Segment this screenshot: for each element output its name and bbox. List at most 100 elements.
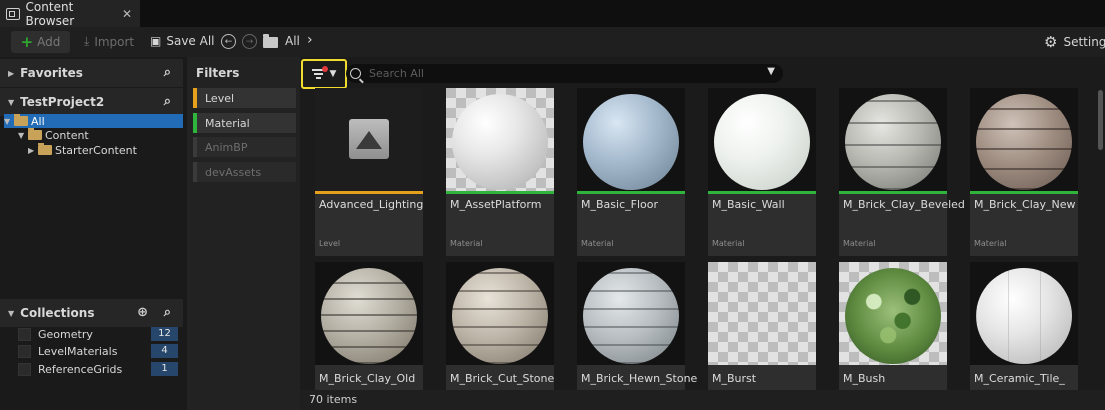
asset-tile-m-basic-floor[interactable]: M_Basic_Floor Material [577,88,685,256]
tree-item-label: All [31,114,45,128]
level-icon [349,119,389,159]
chevron-down-icon: ▼ [329,69,337,79]
search-icon[interactable]: ⌕ [164,305,171,320]
collection-swatch [18,363,31,376]
collections-label: Collections [20,306,95,320]
tree-item-all[interactable]: ▼ All [4,114,183,128]
asset-type: Level [319,239,341,248]
asset-tile-m-brick-clay-old[interactable]: M_Brick_Clay_Old [315,262,423,392]
settings-button[interactable]: ⚙ Settings [1044,33,1105,51]
add-button[interactable]: + Add [11,31,70,53]
import-icon: ⤓ [84,34,90,48]
filters-panel: Filters Level Material AnimBP devAssets [187,57,300,410]
material-sphere [976,268,1072,364]
material-sphere [583,268,679,364]
material-sphere [583,94,679,190]
filter-dropdown-button[interactable]: ▼ [301,59,347,89]
collection-count-badge: 4 [151,344,178,358]
breadcrumb[interactable]: All [285,34,300,48]
favorites-header[interactable]: ▶ Favorites ⌕ [0,59,183,87]
asset-tile-m-bush[interactable]: M_Bush [839,262,947,392]
collection-label: ReferenceGrids [38,363,123,376]
filter-icon [311,66,328,79]
project-label: TestProject2 [20,95,105,109]
material-sphere [845,268,941,364]
asset-tile-m-ceramic-tile[interactable]: M_Ceramic_Tile_ [970,262,1078,392]
chevron-down-icon[interactable]: ▼ [767,66,775,77]
tab-title: Content Browser [25,0,75,28]
search-icon [350,68,361,79]
back-arrow-icon[interactable]: ← [221,34,236,49]
save-all-label: Save All [166,34,215,48]
collection-item-geometry[interactable]: Geometry 12 [18,326,181,343]
asset-type-bar [708,191,816,194]
folder-icon [263,34,278,48]
asset-thumbnail [315,262,423,365]
chevron-right-icon[interactable]: › [307,32,313,48]
filter-chip-devassets[interactable]: devAssets [193,162,296,182]
collection-count-badge: 1 [151,362,178,376]
collection-item-referencegrids[interactable]: ReferenceGrids 1 [18,361,181,378]
asset-name: M_Brick_Cut_Stone [450,372,555,385]
import-button[interactable]: ⤓ Import [84,34,134,49]
search-icon[interactable]: ⌕ [164,65,171,80]
asset-thumbnail [577,88,685,191]
tab-content-browser[interactable]: Content Browser ✕ [0,0,140,28]
filter-chip-material[interactable]: Material [193,113,296,133]
tree-item-startercontent[interactable]: ▶ StarterContent [28,143,183,157]
collection-swatch [18,345,31,358]
asset-tile-m-brick-clay-new[interactable]: M_Brick_Clay_New Material [970,88,1078,256]
asset-thumbnail [315,88,423,191]
asset-tile-m-brick-clay-beveled[interactable]: M_Brick_Clay_Beveled Material [839,88,965,256]
close-icon[interactable]: ✕ [122,7,132,21]
gear-icon: ⚙ [1044,33,1058,51]
asset-type-bar [577,191,685,194]
collection-count-badge: 12 [151,327,178,341]
chevron-right-icon: ▶ [28,145,35,155]
asset-name: Advanced_Lighting [319,198,424,211]
search-input[interactable] [369,67,749,80]
filter-chip-label: AnimBP [205,140,248,154]
search-icon[interactable]: ⌕ [164,94,171,109]
asset-type: Material [581,239,614,248]
asset-tile-m-brick-hewn-stone[interactable]: M_Brick_Hewn_Stone [577,262,697,392]
project-header[interactable]: ▼ TestProject2 ⌕ [0,88,183,116]
add-collection-icon[interactable]: ⊕ [137,305,148,320]
asset-tile-m-basic-wall[interactable]: M_Basic_Wall Material [708,88,816,256]
asset-name: M_Bush [843,372,886,385]
status-bar: 70 items [300,390,1105,410]
collection-item-levelmaterials[interactable]: LevelMaterials 4 [18,343,181,360]
asset-tile-m-assetplatform[interactable]: M_AssetPlatform Material [446,88,554,256]
tree-item-label: StarterContent [55,143,137,157]
folder-open-icon [28,128,42,140]
asset-tile-m-brick-cut-stone[interactable]: M_Brick_Cut_Stone [446,262,554,392]
save-all-button[interactable]: ▣ Save All [150,34,215,48]
content-browser-icon [6,7,20,20]
forward-arrow-icon[interactable]: → [242,34,257,49]
item-count: 70 items [309,393,358,406]
collection-label: Geometry [38,328,93,341]
asset-type: Material [712,239,745,248]
chevron-right-icon: ▶ [8,68,15,78]
chevron-down-icon: ▼ [4,116,11,126]
asset-tile-m-burst[interactable]: M_Burst [708,262,816,392]
asset-name: M_AssetPlatform [450,198,542,211]
asset-name: M_Basic_Floor [581,198,658,211]
collection-swatch [18,328,31,341]
collections-header[interactable]: ▼ Collections ⊕ ⌕ [0,299,183,327]
scrollbar-thumb[interactable] [1098,90,1103,150]
asset-tile-advanced-lighting[interactable]: Advanced_Lighting Level [315,88,423,256]
material-sphere [845,94,941,190]
material-sphere [452,94,548,190]
toolbar: + Add ⤓ Import ▣ Save All ← → All › ⚙ Se… [0,27,1105,57]
tree-item-label: Content [45,128,89,142]
asset-thumbnail [577,262,685,365]
filter-chip-level[interactable]: Level [193,88,296,108]
tab-bar: Content Browser ✕ [0,0,1105,28]
asset-type: Material [450,239,483,248]
import-button-label: Import [94,34,135,49]
filter-chip-animbp[interactable]: AnimBP [193,137,296,157]
tree-item-content[interactable]: ▼ Content [18,128,183,142]
chevron-down-icon: ▼ [8,308,15,318]
filter-chip-label: Level [205,91,235,105]
